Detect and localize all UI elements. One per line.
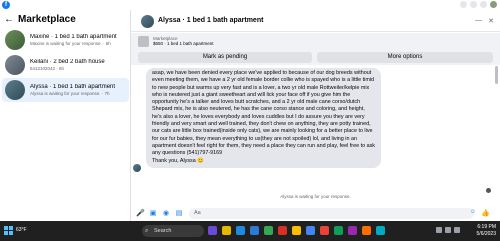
app-icon[interactable] — [348, 226, 357, 235]
conversation-item[interactable]: Maxine · 1 bed 1 bath apartment Maxine i… — [2, 28, 129, 52]
windows-start-icon[interactable] — [4, 226, 13, 235]
avatar — [5, 55, 25, 75]
notifications-icon[interactable] — [480, 1, 487, 8]
app-icon[interactable] — [278, 226, 287, 235]
app-icon[interactable] — [292, 226, 301, 235]
conversation-subtitle: 5412102042 · 6h — [30, 66, 65, 71]
conversation-subtitle: Maxine is waiting for your response. · 6… — [30, 41, 111, 46]
message-thanks: Thank you, Alyssa 😊 — [152, 157, 204, 164]
listing-thumbnail[interactable] — [138, 36, 149, 47]
compose-bar: 🎤 ▣ ◉ ▤ Aa ☺ 👍 — [131, 206, 500, 221]
taskbar-search[interactable]: ⌕ Search — [142, 225, 204, 237]
message-text: asap, we have been denied every place we… — [152, 70, 375, 157]
facebook-logo-icon[interactable]: f — [2, 1, 10, 9]
avatar — [5, 80, 25, 100]
minimize-icon[interactable]: — — [475, 17, 482, 25]
weather-widget[interactable]: 63°F — [16, 227, 27, 233]
chat-panel: Alyssa · 1 bed 1 bath apartment — ✕ Mark… — [131, 10, 500, 221]
search-label: Search — [154, 228, 172, 234]
gif-icon[interactable]: ▤ — [175, 210, 183, 218]
system-tray-icons — [436, 227, 460, 233]
sender-avatar — [133, 164, 141, 172]
listing-summary[interactable]: $650 · 1 bed 1 bath apartment — [153, 41, 214, 46]
conversation-name: Maxine · 1 bed 1 bath apartment — [30, 34, 117, 40]
conversation-subtitle: Alyssa is waiting for your response. · 7… — [30, 91, 110, 96]
listing-banner: Marketplace $650 · 1 bed 1 bath apartmen… — [131, 33, 500, 65]
message-input[interactable]: Aa — [189, 208, 474, 219]
volume-icon[interactable] — [454, 227, 460, 233]
message-area: asap, we have been denied every place we… — [131, 66, 500, 193]
search-icon: ⌕ — [145, 228, 149, 234]
menu-icon[interactable] — [460, 1, 467, 8]
top-right-icons — [460, 1, 497, 8]
browser-top-bar: f — [0, 0, 500, 10]
messenger-icon[interactable] — [470, 1, 477, 8]
clock[interactable]: 6:19 PM 5/6/2023 — [477, 224, 496, 238]
microphone-icon[interactable]: 🎤 — [136, 210, 145, 218]
profile-avatar[interactable] — [490, 1, 497, 8]
more-options-button[interactable]: More options — [317, 52, 493, 63]
seen-indicator-avatar — [486, 188, 491, 193]
app-icon[interactable] — [320, 226, 329, 235]
image-icon[interactable]: ▣ — [149, 210, 157, 218]
message-scrollbar[interactable] — [495, 66, 498, 84]
waiting-status: Alyssa is waiting for your response. — [280, 194, 351, 199]
chat-avatar[interactable] — [141, 15, 154, 28]
taskbar-apps — [208, 226, 385, 235]
clock-date: 5/6/2023 — [476, 231, 496, 237]
back-arrow-icon[interactable]: ← — [4, 14, 14, 25]
store-app-icon[interactable] — [250, 226, 259, 235]
conversation-list-panel: ← Marketplace Maxine · 1 bed 1 bath apar… — [0, 10, 131, 221]
chrome-browser-icon[interactable] — [264, 226, 273, 235]
chevron-up-icon[interactable] — [436, 227, 442, 233]
clock-time: 6:19 PM — [477, 224, 496, 230]
sticker-icon[interactable]: ◉ — [162, 210, 170, 218]
mark-as-pending-button[interactable]: Mark as pending — [138, 52, 312, 63]
conversation-item-active[interactable]: Alyssa · 1 bed 1 bath apartment Alyssa i… — [2, 78, 129, 102]
message-bubble: asap, we have been denied every place we… — [146, 68, 381, 168]
windows-taskbar: 63°F ⌕ Search 6:19 PM 5/6/2023 — [0, 221, 500, 241]
edge-browser-icon[interactable] — [236, 226, 245, 235]
app-icon[interactable] — [376, 226, 385, 235]
app-icon[interactable] — [362, 226, 371, 235]
app-icon[interactable] — [306, 226, 315, 235]
close-icon[interactable]: ✕ — [488, 17, 494, 25]
chat-title[interactable]: Alyssa · 1 bed 1 bath apartment — [158, 17, 263, 24]
chat-header: Alyssa · 1 bed 1 bath apartment — ✕ — [131, 10, 500, 32]
avatar — [5, 30, 25, 50]
wifi-icon[interactable] — [445, 227, 451, 233]
thumbs-up-icon[interactable]: 👍 — [481, 209, 490, 217]
app-icon[interactable] — [334, 226, 343, 235]
chat-header-controls: — ✕ — [475, 17, 494, 25]
marketplace-header: ← Marketplace — [4, 14, 76, 25]
emoji-icon[interactable]: ☺ — [470, 209, 476, 215]
conversation-item[interactable]: Keilani · 2 bed 2 bath house 5412102042 … — [2, 53, 129, 77]
conversation-name: Keilani · 2 bed 2 bath house — [30, 59, 105, 65]
conversation-name: Alyssa · 1 bed 1 bath apartment — [30, 84, 116, 90]
marketplace-title: Marketplace — [18, 14, 76, 25]
file-explorer-icon[interactable] — [222, 226, 231, 235]
teams-app-icon[interactable] — [208, 226, 217, 235]
